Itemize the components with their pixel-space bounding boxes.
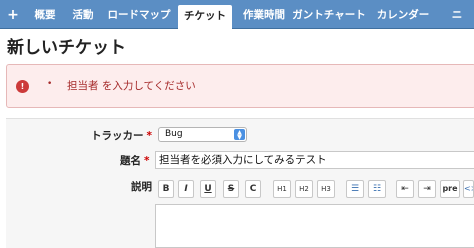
required-mark: * [146,130,153,142]
new-object-plus-icon[interactable]: + [2,0,24,29]
heading2-icon[interactable]: H2 [295,180,313,198]
code-icon[interactable]: C [245,180,261,198]
tab-time-entries[interactable]: 作業時間 [236,0,292,29]
select-arrows-icon: ▲ ▼ [234,129,245,141]
tab-overview[interactable]: 概要 [28,0,62,29]
error-bullet: • [47,79,53,89]
tab-issues[interactable]: チケット [178,5,232,30]
tab-activity[interactable]: 活動 [66,0,100,29]
pre-icon[interactable]: pre [440,180,460,198]
tracker-label: トラッカー * [91,128,152,143]
outdent-icon[interactable]: ⇤ [396,180,414,198]
italic-icon[interactable]: I [178,180,194,198]
tracker-select[interactable]: Bug ▲ ▼ [158,127,247,142]
numbered-list-icon[interactable]: ☷ [368,180,386,198]
tracker-label-text: トラッカー [91,130,144,142]
tracker-select-value: Bug [165,129,183,139]
tab-calendar[interactable]: カレンダー [374,0,432,29]
required-mark: * [144,155,150,167]
heading1-icon[interactable]: H1 [273,180,291,198]
subject-label-text: 題名 [120,155,141,167]
description-label: 説明 [131,181,152,193]
main-menu: + 概要 活動 ロードマップ チケット 作業時間 ガントチャート カレンダー ニ [0,0,474,30]
bulleted-list-icon[interactable]: ☰ [346,180,364,198]
underline-icon[interactable]: U [200,180,216,198]
indent-icon[interactable]: ⇥ [418,180,436,198]
tab-news[interactable]: ニ [440,0,474,29]
strikethrough-icon[interactable]: S [223,180,239,198]
description-textarea[interactable] [155,204,474,248]
error-message: 担当者 を入力してください [67,80,196,92]
heading3-icon[interactable]: H3 [317,180,335,198]
bold-icon[interactable]: B [158,180,174,198]
tab-gantt[interactable]: ガントチャート [292,0,366,29]
subject-label: 題名 * [120,153,150,168]
error-icon: ! [16,80,29,93]
code-block-icon[interactable]: <> [463,180,474,198]
subject-input[interactable]: 担当者を必須入力にしてみるテスト [155,151,474,169]
error-explanation: ! • 担当者 を入力してください [6,64,474,108]
tab-roadmap[interactable]: ロードマップ [104,0,174,29]
page-title: 新しいチケット [7,38,126,58]
